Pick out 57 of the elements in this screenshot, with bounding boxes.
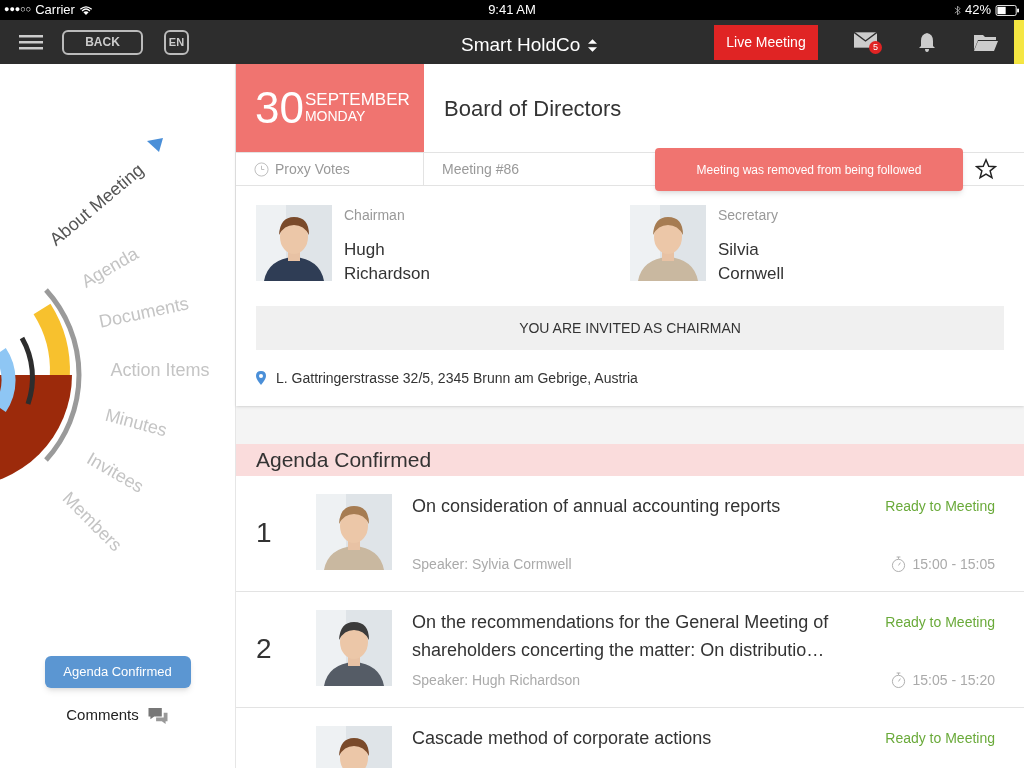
- meeting-day: 30: [255, 86, 304, 130]
- stopwatch-icon: [891, 555, 907, 573]
- item-title: On the recommendations for the General Meeting of shareholders concerting the matter: On distributio…: [412, 610, 830, 662]
- item-title: Cascade method of corporate actions: [412, 726, 713, 750]
- item-number: 1: [256, 516, 272, 550]
- clock-time: 9:41 AM: [488, 1, 536, 20]
- person-role: Secretary: [718, 206, 779, 225]
- signal-strength: ●●●○○: [4, 3, 32, 17]
- battery-icon: [995, 4, 1020, 16]
- item-number: 2: [256, 632, 272, 666]
- person-name: Hugh Richardson: [344, 239, 430, 285]
- item-speaker: Speaker: Sylvia Cormwell: [412, 554, 572, 574]
- meeting-address: L. Gattringerstrasse 32/5, 2345 Brunn am Gebrige, Austria: [276, 368, 638, 388]
- chat-bubbles-icon[interactable]: [146, 705, 169, 725]
- organization-title[interactable]: Smart HoldCo: [461, 31, 581, 60]
- item-title: On consideration of annual accounting reports: [412, 494, 782, 518]
- meeting-number: Meeting #86: [442, 159, 520, 179]
- meeting-weekday: MONDAY: [304, 107, 367, 126]
- item-speaker: Speaker: Hugh Richardson: [412, 670, 581, 690]
- person-name: Silvia Cornwell: [718, 239, 785, 285]
- wifi-icon: [78, 4, 93, 16]
- bell-icon[interactable]: [918, 32, 936, 52]
- clock-icon: [254, 161, 269, 177]
- accent-strip: [1014, 20, 1024, 64]
- sort-arrows-icon[interactable]: [588, 38, 598, 52]
- back-button[interactable]: BACK: [62, 29, 143, 55]
- unread-count-badge: 5: [869, 41, 882, 54]
- item-status: Ready to Meeting: [885, 612, 995, 632]
- mail-button[interactable]: 5: [854, 32, 880, 52]
- location-pin-icon: [256, 371, 266, 385]
- folder-icon[interactable]: [974, 33, 998, 51]
- stopwatch-icon: [891, 671, 907, 689]
- star-icon[interactable]: [975, 158, 997, 180]
- mail-icon: [854, 32, 877, 48]
- battery-percent: 42%: [964, 1, 991, 20]
- item-status: Ready to Meeting: [885, 728, 995, 748]
- agenda-item[interactable]: Cascade method of corporate actions Ready to Meeting: [236, 707, 1024, 768]
- agenda-title: Agenda Confirmed: [256, 447, 432, 473]
- agenda-item[interactable]: 2 On the recommendations for the General Meeting of shareholders concerting the matter: On distributio… Ready to Meeting Speaker: Hugh Richardson 15:05 - 15:20: [236, 591, 1024, 708]
- selection-triangle-icon: [147, 138, 163, 152]
- item-time: 15:05 - 15:20: [912, 670, 995, 690]
- toast-message: Meeting was removed from being followed: [696, 161, 922, 179]
- agenda-confirmed-button[interactable]: Agenda Confirmed: [44, 656, 191, 688]
- meeting-title: Board of Directors: [444, 94, 622, 123]
- language-button[interactable]: EN: [164, 29, 189, 55]
- carrier-name: Carrier: [35, 1, 75, 20]
- invitation-text: YOU ARE INVITED AS CHAIRMAN: [519, 318, 741, 338]
- agenda-item[interactable]: 1 On consideration of annual accounting reports Ready to Meeting Speaker: Sylvia Cormwell 15:00 - 15:05: [236, 475, 1024, 592]
- person-role: Chairman: [344, 206, 406, 225]
- bluetooth-icon: [953, 4, 961, 16]
- live-meeting-button[interactable]: Live Meeting: [714, 24, 818, 60]
- meeting-month: SEPTEMBER: [304, 90, 410, 108]
- comments-link[interactable]: Comments: [66, 704, 139, 727]
- proxy-votes-label[interactable]: Proxy Votes: [275, 158, 350, 180]
- item-time: 15:00 - 15:05: [912, 554, 995, 574]
- menu-icon[interactable]: [19, 34, 43, 50]
- item-status: Ready to Meeting: [885, 496, 995, 516]
